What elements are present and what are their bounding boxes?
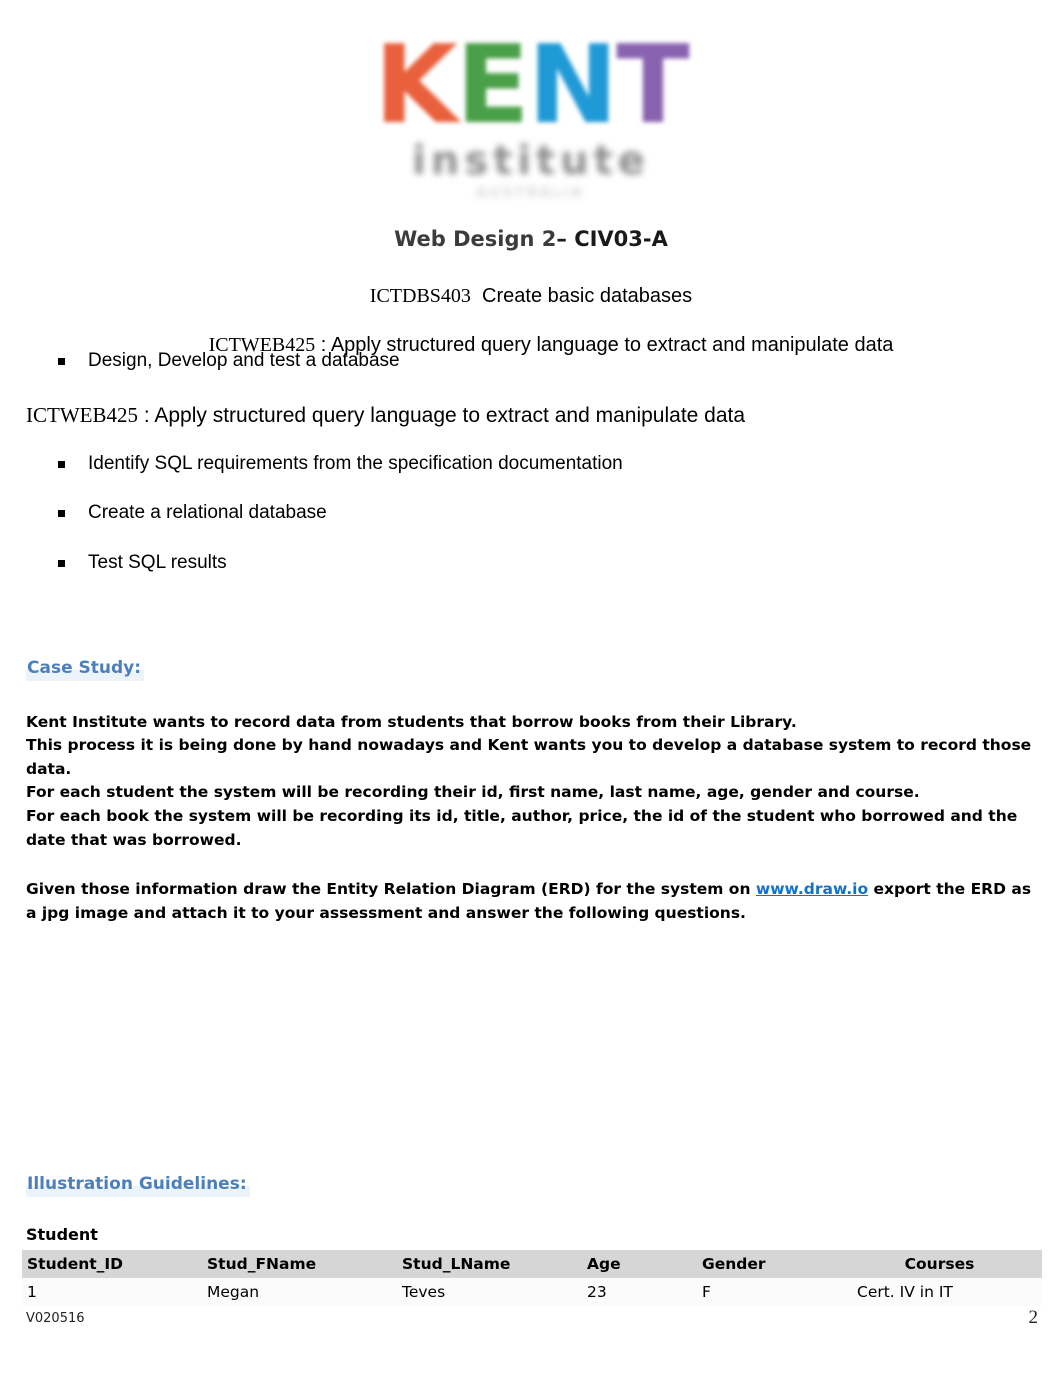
case-study-heading: Case Study: xyxy=(26,656,145,681)
logo-letter-e: E xyxy=(455,23,530,148)
case-study-line: For each student the system will be reco… xyxy=(26,783,920,802)
column-header-student-id: Student_ID xyxy=(22,1250,202,1279)
illustration-guidelines-heading: Illustration Guidelines: xyxy=(26,1173,250,1198)
column-header-stud-fname: Stud_FName xyxy=(202,1250,397,1279)
erd-instructions-prefix: Given those information draw the Entity … xyxy=(26,880,756,899)
table-header-row: Student_ID Stud_FName Stud_LName Age Gen… xyxy=(22,1250,1042,1279)
footer-version: V020516 xyxy=(26,1310,85,1326)
logo-letter-t: T xyxy=(616,23,690,148)
student-table: Student_ID Stud_FName Stud_LName Age Gen… xyxy=(22,1250,1042,1307)
column-header-gender: Gender xyxy=(697,1250,837,1279)
case-study-line: Kent Institute wants to record data from… xyxy=(26,712,797,731)
cell-courses: Cert. IV in IT xyxy=(837,1278,1042,1307)
unit-one-code: ICTDBS403 xyxy=(369,284,471,307)
logo-tagline: AUSTRALIA xyxy=(477,185,585,201)
unit-one-line: ICTDBS403 Create basic databases xyxy=(0,285,1062,308)
cell-age: 23 xyxy=(582,1278,697,1307)
list-item: Test SQL results xyxy=(0,551,1062,575)
list-item: Create a relational database xyxy=(0,501,1062,525)
page-title-code: CIV03-A xyxy=(574,226,668,251)
logo-letter-k: K xyxy=(374,23,458,148)
student-table-body: 1 Megan Teves 23 F Cert. IV in IT xyxy=(22,1278,1042,1307)
page-footer: V020516 2 xyxy=(0,1306,1062,1330)
list-item: Design, Develop and test a database xyxy=(0,349,1062,373)
student-table-header: Student_ID Stud_FName Stud_LName Age Gen… xyxy=(22,1250,1042,1279)
bullet-label: Identify SQL requirements from the speci… xyxy=(88,452,623,474)
unit-two-heading: ICTWEB425 : Apply structured query langu… xyxy=(26,403,1062,428)
column-header-stud-lname: Stud_LName xyxy=(397,1250,582,1279)
page-title: Web Design 2– CIV03-A xyxy=(0,227,1062,251)
page-title-separator: – xyxy=(556,226,575,251)
kent-institute-logo: K E N T institute AUSTRALIA xyxy=(0,0,1062,201)
case-study-line: For each book the system will be recordi… xyxy=(26,806,1018,849)
case-study-heading-wrap: Case Study: xyxy=(0,656,1062,681)
case-study-line: This process it is being done by hand no… xyxy=(26,736,1032,778)
bullet-label: Test SQL results xyxy=(88,552,227,574)
drawio-link[interactable]: www.draw.io xyxy=(756,880,868,898)
cell-gender: F xyxy=(697,1278,837,1307)
column-header-courses: Courses xyxy=(837,1250,1042,1279)
cell-stud-fname: Megan xyxy=(202,1278,397,1307)
unit-two-heading-rest: : Apply structured query language to ext… xyxy=(137,403,746,427)
cell-stud-lname: Teves xyxy=(397,1278,582,1307)
table-row: 1 Megan Teves 23 F Cert. IV in IT xyxy=(22,1278,1042,1307)
unit-one-bullet-list-wrap: Design, Develop and test a database xyxy=(0,349,1062,373)
cell-student-id: 1 xyxy=(22,1278,202,1307)
logo-wordmark: K E N T xyxy=(374,23,690,148)
unit-two-heading-code: ICTWEB425 xyxy=(26,402,138,427)
column-header-age: Age xyxy=(582,1250,697,1279)
bullet-label: Design, Develop and test a database xyxy=(88,349,400,371)
student-entity-label: Student xyxy=(26,1225,98,1245)
footer-page-number: 2 xyxy=(1028,1307,1039,1328)
logo-subtext: institute xyxy=(412,137,650,184)
unit-one-bullet-list: Design, Develop and test a database xyxy=(0,349,1062,373)
logo-letter-n: N xyxy=(527,23,618,148)
page-title-main: Web Design 2 xyxy=(394,226,557,251)
erd-instructions: Given those information draw the Entity … xyxy=(26,878,1038,925)
list-item: Identify SQL requirements from the speci… xyxy=(0,452,1062,476)
case-study-body: Kent Institute wants to record data from… xyxy=(26,711,1038,852)
unit-one-name: Create basic databases xyxy=(482,284,693,307)
bullet-label: Create a relational database xyxy=(88,502,327,524)
unit-two-bullet-list: Identify SQL requirements from the speci… xyxy=(0,452,1062,575)
illustration-heading-wrap: Illustration Guidelines: xyxy=(0,1173,1062,1198)
